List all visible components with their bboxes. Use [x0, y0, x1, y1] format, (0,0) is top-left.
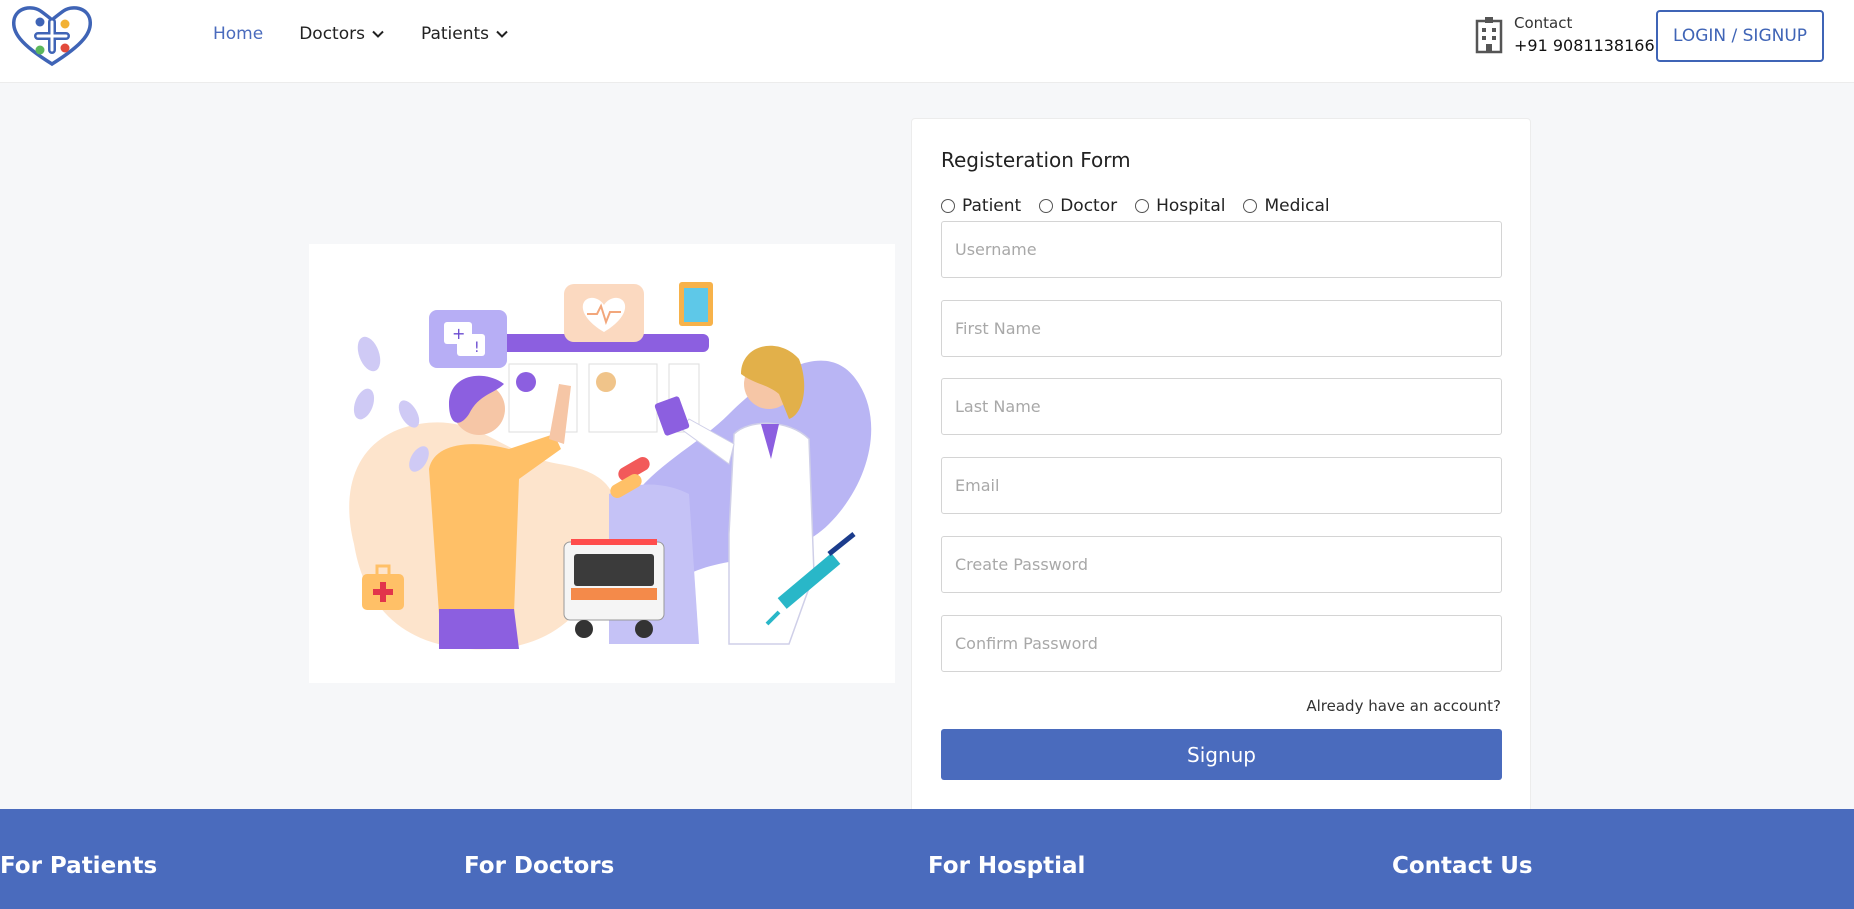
login-signup-button[interactable]: LOGIN / SIGNUP: [1656, 10, 1824, 62]
radio-medical[interactable]: Medical: [1243, 196, 1330, 216]
nav-home[interactable]: Home: [213, 24, 263, 44]
already-have-account-link[interactable]: Already have an account?: [1306, 697, 1501, 715]
radio-hospital-label: Hospital: [1156, 196, 1226, 216]
confirm-password-field[interactable]: [941, 615, 1502, 672]
email-field[interactable]: [941, 457, 1502, 514]
contact-phone[interactable]: +91 9081138166: [1514, 36, 1655, 55]
radio-hospital[interactable]: Hospital: [1135, 196, 1225, 216]
last-name-field[interactable]: [941, 378, 1502, 435]
site-footer: For Patients For Doctors For Hosptial Co…: [0, 809, 1854, 909]
radio-circle-icon[interactable]: [1039, 199, 1054, 213]
svg-text:+: +: [452, 324, 465, 343]
footer-heading-contact: Contact Us: [1392, 853, 1533, 879]
nav-home-label: Home: [213, 24, 264, 44]
first-name-field[interactable]: [941, 300, 1502, 357]
doctor-patient-illustration: + !: [309, 244, 895, 683]
registration-card: Registeration Form Patient Doctor Hospit…: [911, 118, 1531, 818]
footer-heading-doctors: For Doctors: [464, 853, 615, 879]
radio-medical-label: Medical: [1264, 196, 1330, 216]
contact-label: Contact: [1514, 14, 1573, 32]
medical-cross-heart-logo-icon[interactable]: [10, 2, 94, 68]
radio-doctor[interactable]: Doctor: [1039, 196, 1117, 216]
hospital-building-icon: [1475, 16, 1503, 53]
nav-patients[interactable]: Patients: [421, 24, 509, 44]
create-password-field[interactable]: [941, 536, 1502, 593]
footer-heading-patients: For Patients: [0, 853, 158, 879]
username-field[interactable]: [941, 221, 1502, 278]
radio-patient-label: Patient: [962, 196, 1022, 216]
nav-doctors-label: Doctors: [299, 24, 365, 44]
footer-heading-hospital: For Hosptial: [928, 853, 1086, 879]
radio-patient[interactable]: Patient: [941, 196, 1021, 216]
site-header: Home Doctors Patients Contact +91 908113…: [0, 0, 1854, 83]
radio-circle-icon[interactable]: [1135, 199, 1150, 213]
doctor-patient-illustration-icon: + !: [349, 282, 872, 650]
nav-patients-label: Patients: [420, 24, 490, 44]
chevron-down-icon: [372, 30, 384, 38]
main-nav: Home Doctors Patients: [213, 24, 509, 44]
radio-circle-icon[interactable]: [941, 199, 955, 213]
radio-doctor-label: Doctor: [1060, 196, 1118, 216]
form-title: Registeration Form: [941, 148, 1131, 172]
chevron-down-icon: [496, 30, 508, 38]
nav-doctors[interactable]: Doctors: [299, 24, 385, 44]
signup-button[interactable]: Signup: [941, 729, 1502, 780]
svg-text:!: !: [474, 340, 480, 356]
radio-circle-icon[interactable]: [1243, 199, 1258, 213]
role-radio-group: Patient Doctor Hospital Medical: [941, 196, 1330, 216]
contact-block: Contact +91 9081138166: [1474, 14, 1655, 55]
